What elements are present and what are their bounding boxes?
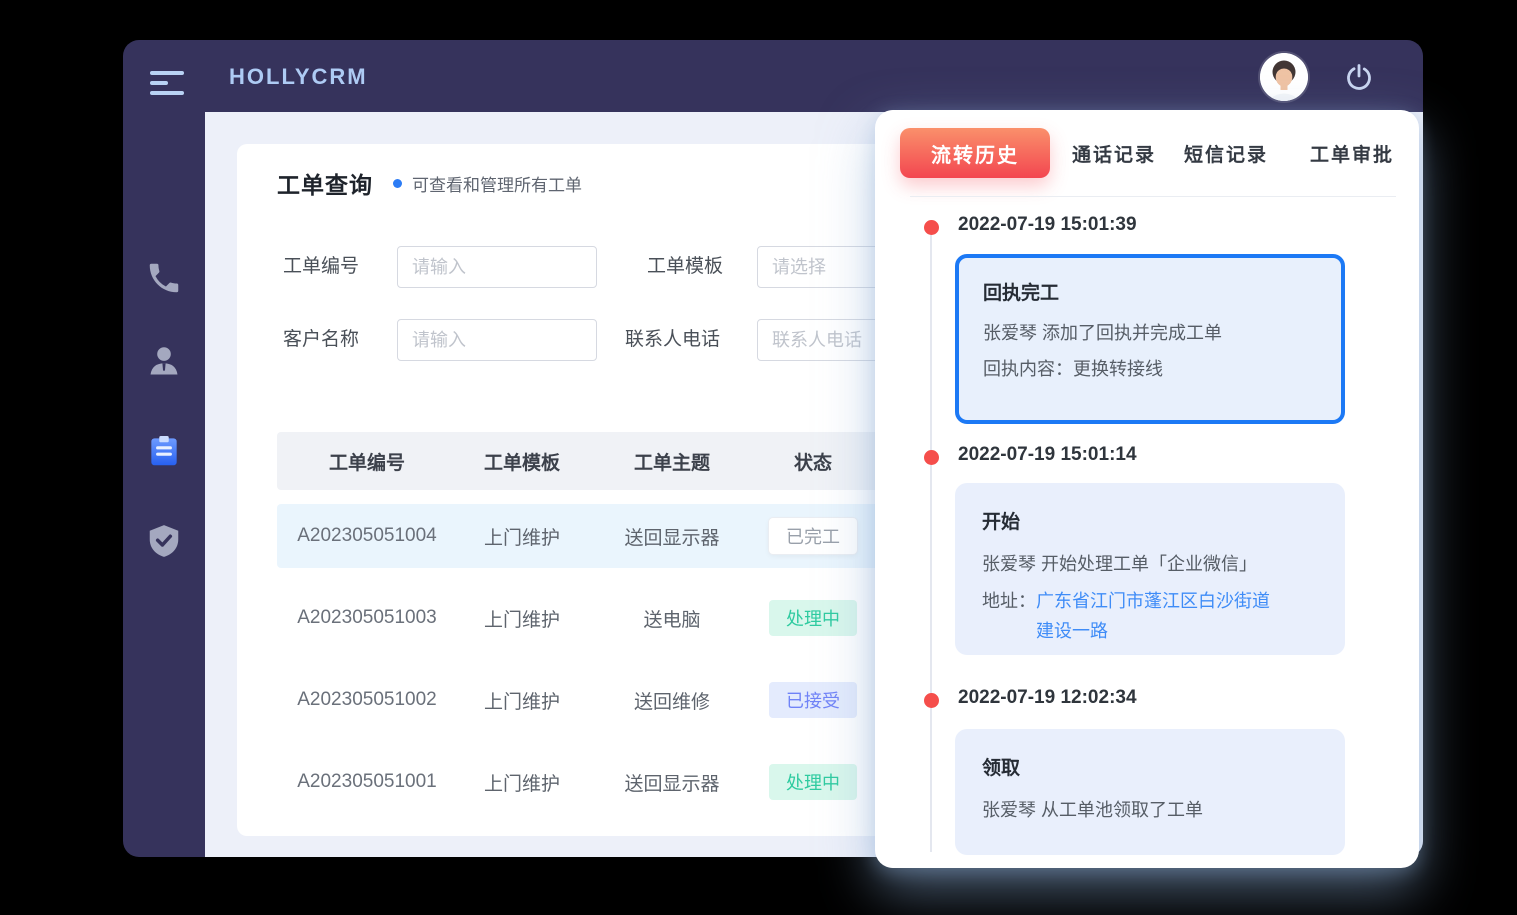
power-icon[interactable] [1343,61,1375,93]
hamburger-menu-icon[interactable] [150,71,186,97]
timeline-line [930,234,932,852]
screenshot-stage: HOLLYCRM [0,0,1517,915]
timeline-card-line: 回执内容：更换转接线 [983,357,1317,381]
order-subject: 送回显示器 [587,523,757,550]
user-avatar[interactable] [1260,53,1308,101]
timeline-card-line: 张爱琴 从工单池领取了工单 [982,798,1318,822]
timeline-dot-icon [924,450,939,465]
customer-input[interactable] [397,319,597,361]
page-title: 工单查询 [277,166,373,200]
timeline-card-title: 领取 [982,753,1318,780]
timeline-card-highlighted[interactable]: 回执完工 张爱琴 添加了回执并完成工单 回执内容：更换转接线 [955,254,1345,424]
page-subtitle: 可查看和管理所有工单 [412,171,582,196]
order-id: A202305051004 [277,525,457,547]
order-template: 上门维护 [457,687,587,714]
col-header-subject: 工单主题 [587,448,757,475]
col-header-status: 状态 [757,448,869,475]
tab-approval[interactable]: 工单审批 [1310,140,1394,167]
address-label: 地址： [982,586,1036,646]
contacts-icon[interactable] [145,342,183,380]
workorder-detail-panel: 流转历史 通话记录 短信记录 工单审批 2022-07-19 15:01:39 … [875,110,1419,868]
order-id: A202305051002 [277,689,457,711]
order-template: 上门维护 [457,769,587,796]
timeline-card[interactable]: 领取 张爱琴 从工单池领取了工单 [955,729,1345,855]
order-template: 上门维护 [457,605,587,632]
timeline-card-line: 张爱琴 添加了回执并完成工单 [983,321,1317,345]
detail-tabs: 流转历史 通话记录 短信记录 工单审批 [900,128,1394,178]
status-badge: 处理中 [769,600,857,636]
timeline-card-line: 张爱琴 开始处理工单「企业微信」 [982,552,1318,576]
timeline-card-title: 开始 [982,507,1318,534]
tab-call-records[interactable]: 通话记录 [1072,140,1156,167]
address-link[interactable]: 广东省江门市蓬江区白沙街道建设一路 [1036,586,1280,646]
order-id: A202305051003 [277,607,457,629]
status-badge: 已接受 [769,682,857,718]
timeline-time: 2022-07-19 12:02:34 [958,687,1137,709]
order-subject: 送回显示器 [587,769,757,796]
contact-label: 联系人电话 [625,319,720,361]
timeline-card-title: 回执完工 [983,278,1317,305]
col-header-order-no: 工单编号 [277,448,457,475]
subtitle-dot-icon [393,179,402,188]
order-id: A202305051001 [277,771,457,793]
tab-sms-records[interactable]: 短信记录 [1184,140,1268,167]
order-subject: 送电脑 [587,605,757,632]
order-no-input[interactable] [397,246,597,288]
security-shield-icon[interactable] [145,522,183,560]
status-badge: 已完工 [769,518,857,554]
timeline-dot-icon [924,220,939,235]
workorders-icon-active[interactable] [145,432,183,470]
order-subject: 送回维修 [587,687,757,714]
timeline-time: 2022-07-19 15:01:14 [958,444,1137,466]
template-label: 工单模板 [647,246,723,288]
timeline-dot-icon [924,693,939,708]
tabs-divider [910,196,1396,197]
status-badge: 处理中 [769,764,857,800]
timeline-time: 2022-07-19 15:01:39 [958,214,1137,236]
customer-label: 客户名称 [283,319,359,361]
timeline-card[interactable]: 开始 张爱琴 开始处理工单「企业微信」 地址： 广东省江门市蓬江区白沙街道建设一… [955,483,1345,655]
tab-flow-history[interactable]: 流转历史 [900,128,1050,178]
phone-icon[interactable] [145,259,183,297]
order-template: 上门维护 [457,523,587,550]
col-header-template: 工单模板 [457,448,587,475]
brand-logo: HOLLYCRM [229,64,368,90]
order-no-label: 工单编号 [283,246,359,288]
